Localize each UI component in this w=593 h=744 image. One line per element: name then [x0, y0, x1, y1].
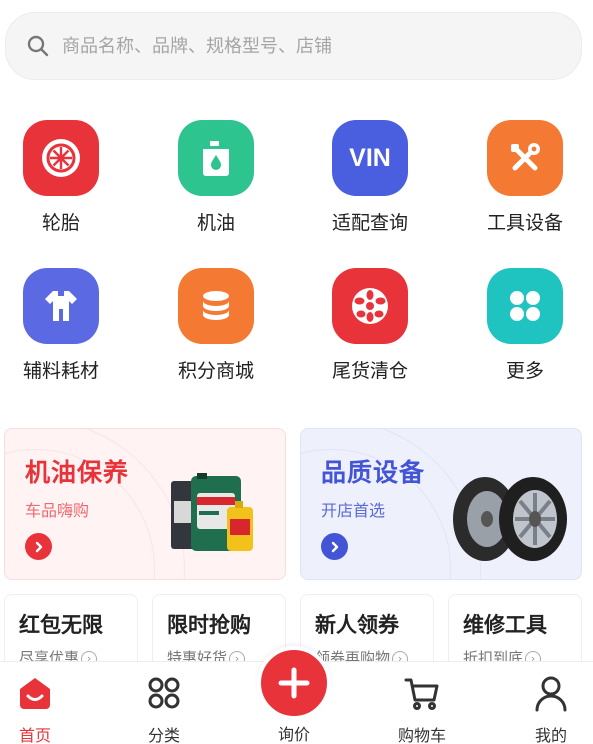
tab-home[interactable]: 首页 [0, 662, 85, 744]
grid-item-vin[interactable]: VIN 适配查询 [300, 120, 440, 235]
plus-icon [278, 667, 310, 699]
inquiry-button[interactable] [257, 646, 331, 720]
coverall-icon [23, 268, 99, 344]
wheel-icon [332, 268, 408, 344]
grid-item-supplies[interactable]: 辅料耗材 [0, 268, 131, 383]
promo-subtitle: 开店首选 [321, 501, 386, 520]
tools-icon [487, 120, 563, 196]
grid-label: 辅料耗材 [22, 360, 99, 382]
grid-label: 积分商城 [177, 360, 254, 382]
chevron-right-icon[interactable] [321, 533, 348, 560]
grid-item-oil[interactable]: 机油 [146, 120, 286, 235]
cart-icon [404, 678, 439, 710]
deal-title: 新人领券 [315, 613, 399, 637]
promo-quality-equipment[interactable]: 品质设备 开店首选 [300, 428, 582, 580]
grid-item-clearance[interactable]: 尾货清仓 [300, 268, 440, 383]
more-icon [487, 268, 563, 344]
grid-label: 适配查询 [331, 212, 408, 234]
deal-title: 限时抢购 [167, 613, 251, 637]
oil-can-icon [178, 120, 254, 196]
grid-item-tire[interactable]: 轮胎 [0, 120, 131, 235]
grid-label: 更多 [505, 360, 544, 382]
vin-icon: VIN [332, 120, 408, 196]
tab-label: 首页 [18, 726, 51, 744]
tab-category[interactable]: 分类 [114, 662, 214, 744]
grid-label: 机油 [196, 212, 235, 234]
promo-oil-maintenance[interactable]: 机油保养 车品嗨购 [4, 428, 286, 580]
user-icon [535, 676, 567, 712]
coins-icon [178, 268, 254, 344]
chevron-right-icon[interactable] [25, 533, 52, 560]
tab-label: 购物车 [397, 726, 446, 744]
grid-item-tools[interactable]: 工具设备 [455, 120, 593, 235]
search-input[interactable] [62, 35, 542, 57]
inquiry-label: 询价 [277, 725, 310, 744]
grid-label: 工具设备 [486, 212, 563, 234]
tab-cart[interactable]: 购物车 [372, 662, 472, 744]
deal-title: 维修工具 [463, 613, 547, 637]
grid-label: 尾货清仓 [331, 360, 408, 382]
promo-title: 品质设备 [321, 458, 426, 487]
tires-image [453, 477, 567, 561]
promo-subtitle: 车品嗨购 [25, 501, 90, 520]
home-icon [20, 678, 50, 709]
category-icon [148, 677, 180, 709]
tab-label: 我的 [534, 726, 567, 744]
search-icon [27, 35, 49, 57]
oil-bottles-image [171, 473, 253, 551]
tab-label: 分类 [147, 726, 180, 744]
grid-label: 轮胎 [41, 212, 80, 234]
tab-mine[interactable]: 我的 [501, 662, 593, 744]
grid-item-points-mall[interactable]: 积分商城 [146, 268, 286, 383]
search-bar[interactable] [5, 12, 582, 80]
grid-item-more[interactable]: 更多 [455, 268, 593, 383]
tire-icon [23, 120, 99, 196]
promo-title: 机油保养 [25, 458, 130, 487]
deal-title: 红包无限 [19, 613, 103, 637]
